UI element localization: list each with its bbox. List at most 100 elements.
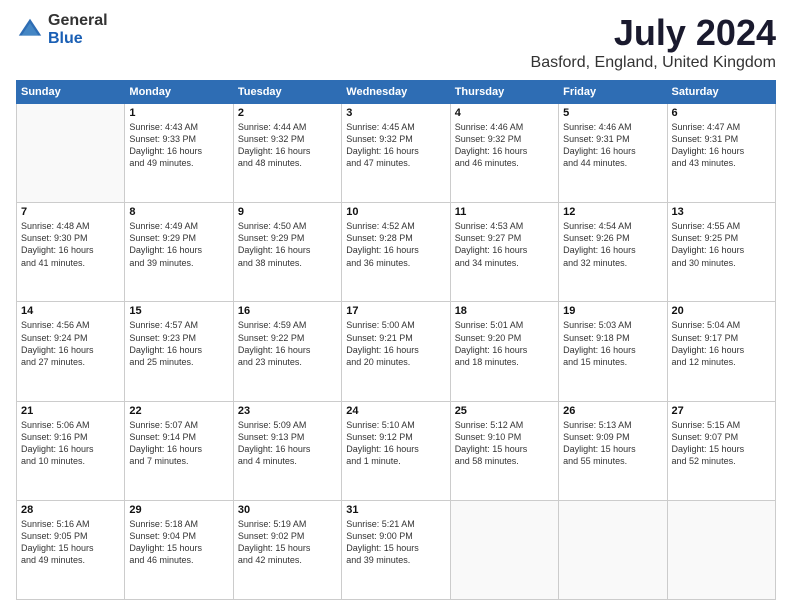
weekday-header: Monday <box>125 81 233 104</box>
day-number: 8 <box>129 206 228 218</box>
calendar-cell: 4 Sunrise: 4:46 AM Sunset: 9:32 PM Daylig… <box>450 104 558 203</box>
calendar-cell <box>17 104 125 203</box>
calendar-cell: 25Sunrise: 5:12 AM Sunset: 9:10 PM Dayli… <box>450 401 558 500</box>
day-info: Sunrise: 4:59 AM Sunset: 9:22 PM Dayligh… <box>238 319 337 368</box>
calendar-cell: 21 Sunrise: 5:06 AM Sunset: 9:16 PM Dayli… <box>17 401 125 500</box>
day-number: 19 <box>563 305 662 317</box>
day-info: Sunrise: 5:04 AM Sunset: 9:17 PM Dayligh… <box>672 319 771 368</box>
day-number: 17 <box>346 305 445 317</box>
logo: General Blue <box>16 12 108 47</box>
day-number: 29 <box>129 504 228 516</box>
calendar-cell: 29Sunrise: 5:18 AM Sunset: 9:04 PM Dayli… <box>125 500 233 599</box>
day-number: 1 <box>129 107 228 119</box>
logo-blue-text: Blue <box>48 30 108 48</box>
calendar-cell: 18Sunrise: 5:01 AM Sunset: 9:20 PM Dayli… <box>450 302 558 401</box>
day-info: Sunrise: 4:56 AM Sunset: 9:24 PM Dayligh… <box>21 319 120 368</box>
day-number: 11 <box>455 206 554 218</box>
calendar-cell: 12Sunrise: 4:54 AM Sunset: 9:26 PM Dayli… <box>559 203 667 302</box>
day-info: Sunrise: 4:52 AM Sunset: 9:28 PM Dayligh… <box>346 220 445 269</box>
calendar-cell: 16 Sunrise: 4:59 AM Sunset: 9:22 PM Dayli… <box>233 302 341 401</box>
header: General Blue July 2024 Basford, England,… <box>16 12 776 72</box>
day-number: 12 <box>563 206 662 218</box>
calendar-cell: 6Sunrise: 4:47 AM Sunset: 9:31 PM Daylig… <box>667 104 775 203</box>
day-number: 15 <box>129 305 228 317</box>
day-number: 27 <box>672 405 771 417</box>
logo-text: General Blue <box>48 12 108 47</box>
weekday-header: Tuesday <box>233 81 341 104</box>
logo-general: General <box>48 12 108 30</box>
day-info: Sunrise: 5:01 AM Sunset: 9:20 PM Dayligh… <box>455 319 554 368</box>
day-info: Sunrise: 4:53 AM Sunset: 9:27 PM Dayligh… <box>455 220 554 269</box>
day-number: 13 <box>672 206 771 218</box>
calendar-cell: 2Sunrise: 4:44 AM Sunset: 9:32 PM Daylig… <box>233 104 341 203</box>
logo-icon <box>16 16 44 44</box>
calendar-table: SundayMondayTuesdayWednesdayThursdayFrid… <box>16 80 776 600</box>
calendar-cell: 5 Sunrise: 4:46 AM Sunset: 9:31 PM Daylig… <box>559 104 667 203</box>
day-number: 10 <box>346 206 445 218</box>
day-number: 16 <box>238 305 337 317</box>
day-info: Sunrise: 4:48 AM Sunset: 9:30 PM Dayligh… <box>21 220 120 269</box>
day-info: Sunrise: 4:43 AM Sunset: 9:33 PM Dayligh… <box>129 121 228 170</box>
weekday-header: Wednesday <box>342 81 450 104</box>
day-number: 21 <box>21 405 120 417</box>
day-number: 3 <box>346 107 445 119</box>
calendar-week-row: 28 Sunrise: 5:16 AM Sunset: 9:05 PM Dayli… <box>17 500 776 599</box>
day-info: Sunrise: 5:13 AM Sunset: 9:09 PM Dayligh… <box>563 419 662 468</box>
weekday-header: Thursday <box>450 81 558 104</box>
day-number: 28 <box>21 504 120 516</box>
day-number: 20 <box>672 305 771 317</box>
calendar-week-row: 14 Sunrise: 4:56 AM Sunset: 9:24 PM Dayli… <box>17 302 776 401</box>
day-info: Sunrise: 4:46 AM Sunset: 9:31 PM Dayligh… <box>563 121 662 170</box>
calendar-week-row: 21 Sunrise: 5:06 AM Sunset: 9:16 PM Dayli… <box>17 401 776 500</box>
day-info: Sunrise: 5:16 AM Sunset: 9:05 PM Dayligh… <box>21 518 120 567</box>
day-info: Sunrise: 4:57 AM Sunset: 9:23 PM Dayligh… <box>129 319 228 368</box>
day-number: 31 <box>346 504 445 516</box>
day-number: 22 <box>129 405 228 417</box>
day-number: 23 <box>238 405 337 417</box>
day-info: Sunrise: 5:09 AM Sunset: 9:13 PM Dayligh… <box>238 419 337 468</box>
subtitle: Basford, England, United Kingdom <box>531 54 776 72</box>
day-info: Sunrise: 5:10 AM Sunset: 9:12 PM Dayligh… <box>346 419 445 468</box>
day-info: Sunrise: 4:46 AM Sunset: 9:32 PM Dayligh… <box>455 121 554 170</box>
calendar-week-row: 1 Sunrise: 4:43 AM Sunset: 9:33 PM Daylig… <box>17 104 776 203</box>
calendar-cell: 17Sunrise: 5:00 AM Sunset: 9:21 PM Dayli… <box>342 302 450 401</box>
day-number: 14 <box>21 305 120 317</box>
calendar-cell: 20 Sunrise: 5:04 AM Sunset: 9:17 PM Dayli… <box>667 302 775 401</box>
calendar-cell <box>450 500 558 599</box>
calendar-cell: 8 Sunrise: 4:49 AM Sunset: 9:29 PM Daylig… <box>125 203 233 302</box>
weekday-header: Sunday <box>17 81 125 104</box>
day-info: Sunrise: 5:21 AM Sunset: 9:00 PM Dayligh… <box>346 518 445 567</box>
calendar-cell: 3Sunrise: 4:45 AM Sunset: 9:32 PM Daylig… <box>342 104 450 203</box>
calendar-cell: 26 Sunrise: 5:13 AM Sunset: 9:09 PM Dayli… <box>559 401 667 500</box>
calendar-cell: 31 Sunrise: 5:21 AM Sunset: 9:00 PM Dayli… <box>342 500 450 599</box>
calendar-header-row: SundayMondayTuesdayWednesdayThursdayFrid… <box>17 81 776 104</box>
day-info: Sunrise: 4:44 AM Sunset: 9:32 PM Dayligh… <box>238 121 337 170</box>
day-info: Sunrise: 5:19 AM Sunset: 9:02 PM Dayligh… <box>238 518 337 567</box>
calendar-cell: 10 Sunrise: 4:52 AM Sunset: 9:28 PM Dayli… <box>342 203 450 302</box>
calendar-cell <box>667 500 775 599</box>
day-number: 24 <box>346 405 445 417</box>
day-number: 4 <box>455 107 554 119</box>
calendar-cell: 13Sunrise: 4:55 AM Sunset: 9:25 PM Dayli… <box>667 203 775 302</box>
calendar-cell: 23 Sunrise: 5:09 AM Sunset: 9:13 PM Dayli… <box>233 401 341 500</box>
main-title: July 2024 <box>531 12 776 54</box>
day-info: Sunrise: 5:03 AM Sunset: 9:18 PM Dayligh… <box>563 319 662 368</box>
day-number: 5 <box>563 107 662 119</box>
calendar-cell: 27 Sunrise: 5:15 AM Sunset: 9:07 PM Dayli… <box>667 401 775 500</box>
weekday-header: Saturday <box>667 81 775 104</box>
calendar-cell: 19 Sunrise: 5:03 AM Sunset: 9:18 PM Dayli… <box>559 302 667 401</box>
day-number: 7 <box>21 206 120 218</box>
day-info: Sunrise: 5:15 AM Sunset: 9:07 PM Dayligh… <box>672 419 771 468</box>
calendar-cell <box>559 500 667 599</box>
day-info: Sunrise: 5:07 AM Sunset: 9:14 PM Dayligh… <box>129 419 228 468</box>
calendar-cell: 9Sunrise: 4:50 AM Sunset: 9:29 PM Daylig… <box>233 203 341 302</box>
calendar-cell: 11 Sunrise: 4:53 AM Sunset: 9:27 PM Dayli… <box>450 203 558 302</box>
day-number: 26 <box>563 405 662 417</box>
day-info: Sunrise: 5:06 AM Sunset: 9:16 PM Dayligh… <box>21 419 120 468</box>
day-info: Sunrise: 4:50 AM Sunset: 9:29 PM Dayligh… <box>238 220 337 269</box>
day-number: 25 <box>455 405 554 417</box>
day-number: 30 <box>238 504 337 516</box>
day-info: Sunrise: 4:49 AM Sunset: 9:29 PM Dayligh… <box>129 220 228 269</box>
calendar-week-row: 7 Sunrise: 4:48 AM Sunset: 9:30 PM Daylig… <box>17 203 776 302</box>
calendar-cell: 28 Sunrise: 5:16 AM Sunset: 9:05 PM Dayli… <box>17 500 125 599</box>
